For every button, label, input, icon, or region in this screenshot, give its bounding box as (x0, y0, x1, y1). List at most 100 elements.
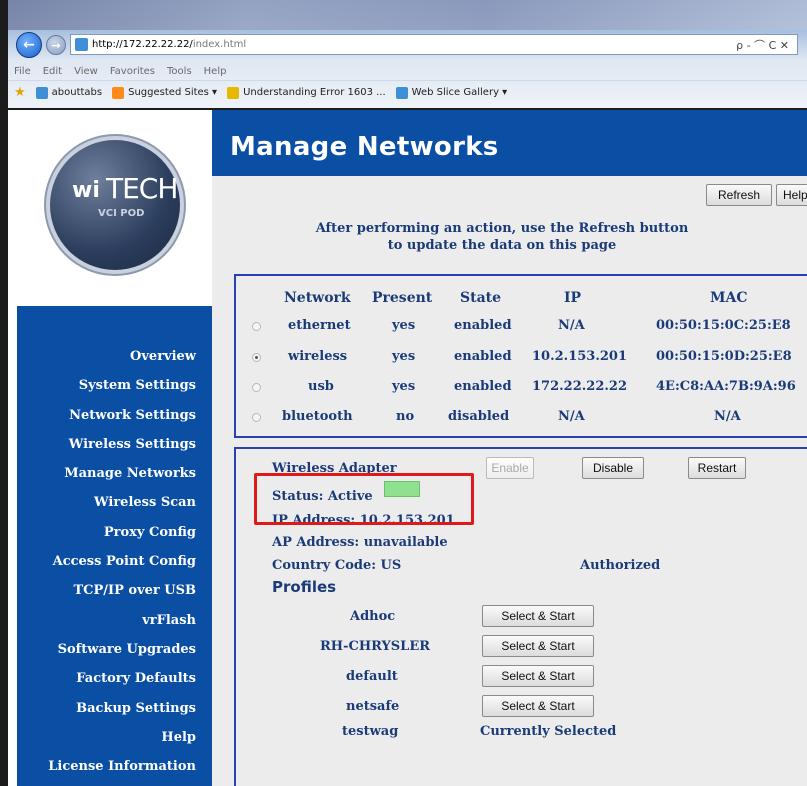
network-radio-wireless[interactable] (252, 353, 261, 362)
network-mac: 00:50:15:0C:25:E8 (656, 318, 791, 333)
network-mac: N/A (714, 409, 741, 424)
sidebar-item-manage-networks[interactable]: Manage Networks (17, 459, 212, 488)
enable-button[interactable]: Enable (486, 457, 534, 479)
address-row: ← → http://172.22.22.22/ index.html ρ - … (8, 28, 807, 60)
web-slice-icon (395, 86, 408, 99)
logo-sub: VCI POD (98, 208, 145, 219)
sidebar-item-proxy-config[interactable]: Proxy Config (17, 518, 212, 547)
select-and-start-button[interactable]: Select & Start (482, 695, 594, 717)
favorites-bar: ★ abouttabs Suggested Sites ▾ Understand… (8, 80, 807, 104)
url-path: index.html (192, 39, 247, 50)
network-radio-bluetooth[interactable] (252, 413, 261, 422)
sidebar-item-wireless-scan[interactable]: Wireless Scan (17, 488, 212, 517)
taskbar-strip (8, 0, 807, 30)
profile-status: Currently Selected (480, 724, 617, 739)
network-radio-usb[interactable] (252, 383, 261, 392)
favorite-link[interactable]: abouttabs (35, 86, 103, 99)
profile-name: RH-CHRYSLER (320, 639, 431, 654)
select-and-start-button[interactable]: Select & Start (482, 665, 594, 687)
menu-view[interactable]: View (74, 66, 98, 77)
network-present: yes (392, 349, 416, 364)
logo-tech: TECH (106, 172, 178, 205)
address-bar[interactable]: http://172.22.22.22/ index.html ρ - ⌒ C … (70, 34, 798, 55)
favorite-label: abouttabs (51, 87, 103, 98)
favorite-label: Understanding Error 1603 ... (243, 87, 386, 98)
column-header-ip: IP (564, 290, 582, 306)
network-ip: 10.2.153.201 (532, 349, 627, 364)
sidebar-item-tcpip-over-usb[interactable]: TCP/IP over USB (17, 576, 212, 605)
sidebar-item-software-upgrades[interactable]: Software Upgrades (17, 635, 212, 664)
witech-logo: wi TECH VCI POD (50, 140, 180, 270)
network-name: wireless (288, 349, 348, 364)
page-header: Manage Networks (212, 110, 807, 176)
network-name: usb (308, 379, 334, 394)
sidebar-item-wireless-settings[interactable]: Wireless Settings (17, 430, 212, 459)
page-favicon-icon (75, 38, 88, 51)
menu-help[interactable]: Help (204, 66, 227, 77)
sidebar-item-backup-settings[interactable]: Backup Settings (17, 694, 212, 723)
restart-button[interactable]: Restart (688, 457, 746, 479)
address-tools[interactable]: ρ - ⌒ C ✕ (736, 37, 789, 53)
menu-bar: File Edit View Favorites Tools Help (8, 62, 807, 80)
network-state: disabled (448, 409, 510, 424)
forward-button[interactable]: → (46, 35, 66, 55)
network-radio-ethernet[interactable] (252, 322, 261, 331)
suggested-sites-icon (112, 86, 125, 99)
hint-line-2: to update the data on this page (387, 238, 617, 253)
network-mac: 4E:C8:AA:7B:9A:96 (656, 379, 796, 394)
sidebar-item-license-information[interactable]: License Information (17, 752, 212, 781)
back-button[interactable]: ← (16, 32, 42, 58)
sidebar-item-access-point-config[interactable]: Access Point Config (17, 547, 212, 576)
network-name: bluetooth (282, 409, 353, 424)
url-host: http://172.22.22.22/ (92, 39, 193, 50)
network-present: no (396, 409, 415, 424)
favorites-star-icon[interactable]: ★ (14, 85, 26, 100)
column-header-state: State (460, 290, 502, 306)
menu-file[interactable]: File (14, 66, 31, 77)
help-button[interactable]: Help (776, 184, 807, 206)
disable-button[interactable]: Disable (582, 457, 644, 479)
sidebar-item-vrflash[interactable]: vrFlash (17, 606, 212, 635)
sidebar-item-factory-defaults[interactable]: Factory Defaults (17, 664, 212, 693)
menu-tools[interactable]: Tools (167, 66, 192, 77)
column-header-network: Network (284, 290, 351, 306)
menu-edit[interactable]: Edit (43, 66, 62, 77)
refresh-button[interactable]: Refresh (706, 184, 772, 206)
web-page: wi TECH VCI POD Overview System Settings… (8, 110, 807, 786)
sidebar: wi TECH VCI POD Overview System Settings… (17, 110, 212, 786)
network-ip: N/A (558, 318, 585, 333)
network-state: enabled (454, 379, 512, 394)
select-and-start-button[interactable]: Select & Start (482, 635, 594, 657)
logo-wi: wi (72, 178, 100, 203)
profile-name: Adhoc (350, 609, 396, 624)
network-state: enabled (454, 318, 512, 333)
network-present: yes (392, 318, 416, 333)
network-ip: N/A (558, 409, 585, 424)
network-name: ethernet (288, 318, 351, 333)
favorite-link[interactable]: Understanding Error 1603 ... (227, 86, 386, 99)
column-header-mac: MAC (710, 290, 748, 306)
profile-name: netsafe (346, 699, 400, 714)
select-and-start-button[interactable]: Select & Start (482, 605, 594, 627)
sidebar-item-help[interactable]: Help (17, 723, 212, 752)
favorite-link[interactable]: Web Slice Gallery ▾ (395, 86, 508, 99)
favorite-link[interactable]: Suggested Sites ▾ (112, 86, 218, 99)
network-ip: 172.22.22.22 (532, 379, 627, 394)
network-mac: 00:50:15:0D:25:E8 (656, 349, 792, 364)
profile-name: default (346, 669, 398, 684)
hint-line-1: After performing an action, use the Refr… (315, 221, 689, 236)
sidebar-item-network-settings[interactable]: Network Settings (17, 401, 212, 430)
adapter-country-code: Country Code: US (272, 558, 402, 573)
menu-favorites[interactable]: Favorites (110, 66, 155, 77)
profile-name: testwag (342, 724, 399, 739)
sidebar-item-system-settings[interactable]: System Settings (17, 371, 212, 400)
sidebar-nav: Overview System Settings Network Setting… (17, 306, 212, 786)
checkmark-icon (227, 86, 240, 99)
favorite-label: Web Slice Gallery ▾ (411, 87, 508, 98)
sidebar-item-overview[interactable]: Overview (17, 342, 212, 371)
logo-area: wi TECH VCI POD (17, 120, 212, 310)
refresh-hint: After performing an action, use the Refr… (302, 220, 702, 254)
favorite-label: Suggested Sites ▾ (128, 87, 218, 98)
network-state: enabled (454, 349, 512, 364)
page-icon (35, 86, 48, 99)
